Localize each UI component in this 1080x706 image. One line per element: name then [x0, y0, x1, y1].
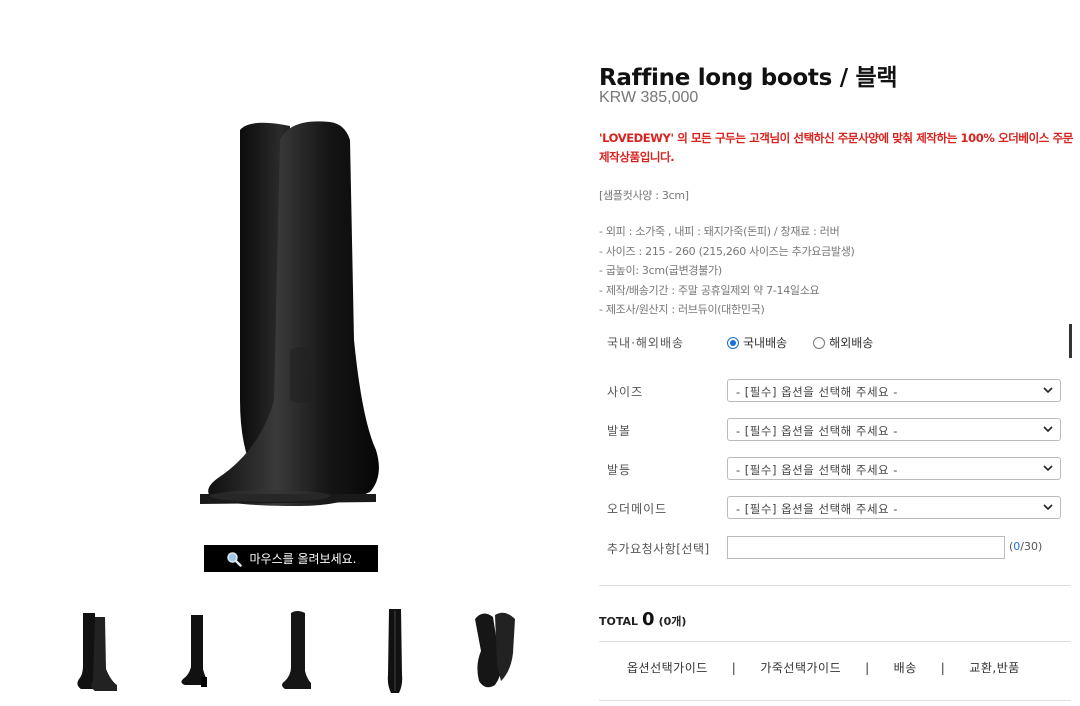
notice-brand: 'LOVEDEWY'	[599, 131, 674, 145]
instep-select-value: - [필수] 옵션을 선택해 주세요 -	[736, 463, 898, 477]
option-label: 오더메이드	[607, 502, 668, 516]
ordermade-select-value: - [필수] 옵션을 선택해 주세요 -	[736, 502, 898, 516]
total-summary: TOTAL 0 (0개)	[599, 609, 686, 630]
thumbnail-4[interactable]	[350, 604, 440, 696]
option-label: 발등	[607, 463, 632, 477]
thumbnail-2[interactable]	[150, 604, 240, 696]
tab-separator: |	[940, 660, 946, 675]
shipping-overseas-radio[interactable]: 해외배송	[813, 334, 873, 351]
chevron-down-icon	[1043, 465, 1053, 472]
boots-thumb-5	[475, 612, 515, 688]
spec-item: - 제조사/원산지 : 러브듀이(대한민국)	[599, 303, 765, 316]
shipping-domestic-label: 국내배송	[743, 336, 788, 350]
thumbnail-3[interactable]	[250, 604, 340, 696]
boots-thumb-1	[77, 613, 117, 691]
guide-tabs: 옵션선택가이드 | 가죽선택가이드 | 배송 | 교환,반품	[599, 659, 1071, 676]
thumbnail-5[interactable]	[450, 604, 540, 696]
total-amount: 0	[642, 609, 655, 630]
spec-item: - 외피 : 소가죽 , 내피 : 돼지가죽(돈피) / 창재료 : 러버	[599, 225, 840, 238]
counter-max: /30)	[1020, 540, 1043, 553]
shipping-radio-group: 국내배송 해외배송	[727, 334, 873, 351]
boots-image	[200, 121, 379, 506]
radio-selected-icon[interactable]	[727, 336, 739, 349]
extra-request-label: 추가요청사항[선택]	[607, 542, 710, 556]
radio-unselected-icon[interactable]	[813, 336, 826, 349]
spec-item: - 제작/배송기간 : 주말 공휴일제외 약 7-14일소요	[599, 283, 820, 297]
shipping-overseas-label: 해외배송	[829, 336, 874, 350]
ordermade-select[interactable]: - [필수] 옵션을 선택해 주세요 -	[727, 496, 1061, 519]
option-row-ordermade: 오더메이드 - [필수] 옵션을 선택해 주세요 -	[599, 496, 1071, 520]
boots-thumb-3	[282, 611, 311, 689]
divider	[599, 641, 1071, 642]
thumbnail-strip	[50, 604, 540, 696]
zoom-hint-text: 마우스를 올려보세요.	[249, 552, 357, 566]
main-product-image[interactable]	[140, 100, 390, 512]
boots-thumb-4	[387, 609, 403, 693]
divider	[599, 585, 1071, 586]
total-count: (0개)	[658, 615, 687, 628]
zoom-hint: 마우스를 올려보세요.	[204, 545, 378, 572]
chevron-down-icon	[1043, 387, 1053, 394]
size-select-value: - [필수] 옵션을 선택해 주세요 -	[736, 385, 898, 399]
tab-option-guide[interactable]: 옵션선택가이드	[627, 659, 708, 676]
tab-exchange-return[interactable]: 교환,반품	[969, 659, 1019, 676]
sample-spec: [샘플컷사양 : 3cm]	[599, 189, 689, 202]
total-label: TOTAL	[599, 615, 639, 628]
tab-separator: |	[865, 660, 870, 675]
spec-item: - 굽높이: 3cm(굽변경불가)	[599, 264, 722, 277]
spec-list: - 외피 : 소가죽 , 내피 : 돼지가죽(돈피) / 창재료 : 러버 - …	[599, 222, 855, 320]
chevron-down-icon	[1043, 504, 1053, 511]
char-counter: (0/30)	[1009, 540, 1042, 553]
thumbnail-1[interactable]	[50, 604, 140, 696]
spec-item: - 사이즈 : 215 - 260 (215,260 사이즈는 추가요금발생)	[599, 244, 855, 258]
option-label: 사이즈	[607, 385, 644, 399]
option-label: 발볼	[607, 424, 632, 438]
chevron-down-icon	[1043, 426, 1053, 433]
product-price: KRW 385,000	[599, 89, 699, 106]
magnifier-icon	[226, 551, 242, 567]
tab-shipping[interactable]: 배송	[894, 659, 917, 676]
shipping-domestic-radio[interactable]: 국내배송	[727, 334, 787, 351]
shipping-row: 국내·해외배송 국내배송 해외배송	[599, 334, 1071, 358]
width-select-value: - [필수] 옵션을 선택해 주세요 -	[736, 424, 898, 438]
divider	[599, 700, 1071, 701]
instep-select[interactable]: - [필수] 옵션을 선택해 주세요 -	[727, 457, 1061, 480]
order-notice: 'LOVEDEWY' 의 모든 구두는 고객님이 선택하신 주문사양에 맞춰 제…	[599, 129, 1077, 167]
product-title: Raffine long boots / 블랙	[599, 65, 898, 91]
tab-leather-guide[interactable]: 가죽선택가이드	[760, 659, 841, 676]
option-row-instep: 발등 - [필수] 옵션을 선택해 주세요 -	[599, 457, 1071, 481]
extra-request-input[interactable]	[727, 536, 1005, 559]
tab-separator: |	[731, 660, 737, 675]
scrollbar-thumb[interactable]	[1069, 324, 1072, 358]
boots-thumb-2	[181, 615, 207, 687]
shipping-label: 국내·해외배송	[607, 336, 685, 350]
size-select[interactable]: - [필수] 옵션을 선택해 주세요 -	[727, 379, 1061, 402]
width-select[interactable]: - [필수] 옵션을 선택해 주세요 -	[727, 418, 1061, 441]
extra-request-row: 추가요청사항[선택] (0/30)	[599, 536, 1071, 560]
option-row-size: 사이즈 - [필수] 옵션을 선택해 주세요 -	[599, 379, 1071, 403]
option-row-width: 발볼 - [필수] 옵션을 선택해 주세요 -	[599, 418, 1071, 442]
